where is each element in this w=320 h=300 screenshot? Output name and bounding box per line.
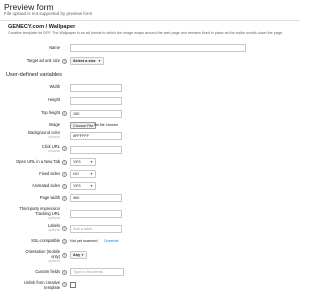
orientation-select[interactable]: Any ▼ (70, 251, 87, 259)
unlink-label-line2: template (44, 284, 60, 290)
unlink-label: Unlink from creative template (24, 280, 60, 291)
ssl-override-link[interactable]: Override (104, 239, 119, 243)
animated-sides-value: YES (73, 184, 81, 188)
top-height-field[interactable]: 150 (70, 110, 122, 118)
name-label: Name (49, 45, 60, 50)
help-icon[interactable]: ? (62, 59, 67, 64)
animated-sides-label: Animated sides (32, 183, 60, 188)
open-url-value: YES (73, 160, 81, 164)
bg-color-label: Background color optional (28, 130, 60, 140)
size-select[interactable]: Select a size ▼ (70, 57, 104, 65)
third-party-label: Third-party impression Tracking URL opti… (19, 206, 60, 220)
help-icon[interactable]: ? (62, 172, 67, 177)
chevron-down-icon: ▼ (80, 253, 84, 257)
top-height-label: Top height (41, 110, 60, 115)
optional-tag: optional (48, 148, 60, 153)
orientation-value: Any (73, 253, 81, 257)
optional-tag: optional (48, 227, 60, 232)
page-width-label: Page width (39, 195, 60, 200)
third-party-url-field[interactable] (70, 210, 122, 218)
width-label: Width (49, 84, 60, 89)
page-subtitle: File upload is not supported by preview … (4, 11, 93, 16)
unlink-checkbox[interactable] (70, 282, 76, 288)
labels-field[interactable]: Add a label (70, 225, 122, 233)
size-label: Target ad unit size (26, 58, 60, 63)
labels-label: Labels optional (48, 223, 60, 233)
animated-sides-select[interactable]: YES ▼ (70, 182, 96, 190)
optional-tag: optional (48, 258, 60, 263)
template-name: GENECY.com / Wallpaper (8, 24, 76, 30)
help-icon[interactable]: ? (62, 111, 67, 116)
help-icon[interactable]: ? (62, 253, 67, 258)
fixed-sides-value: NO (73, 172, 79, 176)
chevron-down-icon: ▼ (89, 184, 93, 188)
chevron-down-icon: ▼ (97, 59, 101, 63)
help-icon[interactable]: ? (62, 270, 67, 275)
section-title-variables: User-defined variables (6, 72, 62, 78)
size-select-value: Select a size (73, 59, 96, 63)
choose-file-button[interactable]: Choose File (70, 122, 97, 129)
chevron-down-icon: ▼ (89, 160, 93, 164)
optional-tag: optional (48, 215, 60, 220)
help-icon[interactable]: ? (62, 160, 67, 165)
open-url-label: Open URL in a New Tab (16, 159, 60, 164)
help-icon[interactable]: ? (62, 196, 67, 201)
height-label: Height (48, 97, 60, 102)
ssl-label: SSL-compatible (31, 238, 60, 243)
name-field[interactable] (70, 44, 246, 52)
width-field[interactable] (70, 84, 122, 92)
height-field[interactable] (70, 97, 122, 105)
chevron-down-icon: ▼ (89, 172, 93, 176)
header-divider (0, 20, 300, 21)
open-url-select[interactable]: YES ▼ (70, 158, 96, 166)
help-icon[interactable]: ? (62, 226, 67, 231)
fixed-sides-select[interactable]: NO ▼ (70, 170, 96, 178)
custom-fields-label: Custom fields (35, 269, 60, 274)
optional-tag: optional (48, 134, 60, 139)
bg-color-field[interactable]: #FFFFFF (70, 132, 122, 140)
help-icon[interactable]: ? (62, 282, 67, 287)
fixed-sides-label: Fixed sides (39, 171, 60, 176)
image-label: Image (48, 122, 60, 127)
help-icon[interactable]: ? (62, 146, 67, 151)
template-description: Creative template for DFP. The Wallpaper… (8, 31, 283, 35)
help-icon[interactable]: ? (62, 184, 67, 189)
file-status: No file chosen (94, 123, 119, 127)
orientation-label: Orientation (mobile only) optional (25, 249, 60, 263)
page-width-field[interactable]: 960 (70, 194, 122, 202)
custom-fields-field[interactable]: Type to find items (70, 268, 124, 276)
click-url-field[interactable] (70, 146, 122, 154)
ssl-status: Not yet scanned (70, 239, 98, 243)
click-url-label: Click URL optional (42, 144, 60, 154)
help-icon[interactable]: ? (62, 239, 67, 244)
